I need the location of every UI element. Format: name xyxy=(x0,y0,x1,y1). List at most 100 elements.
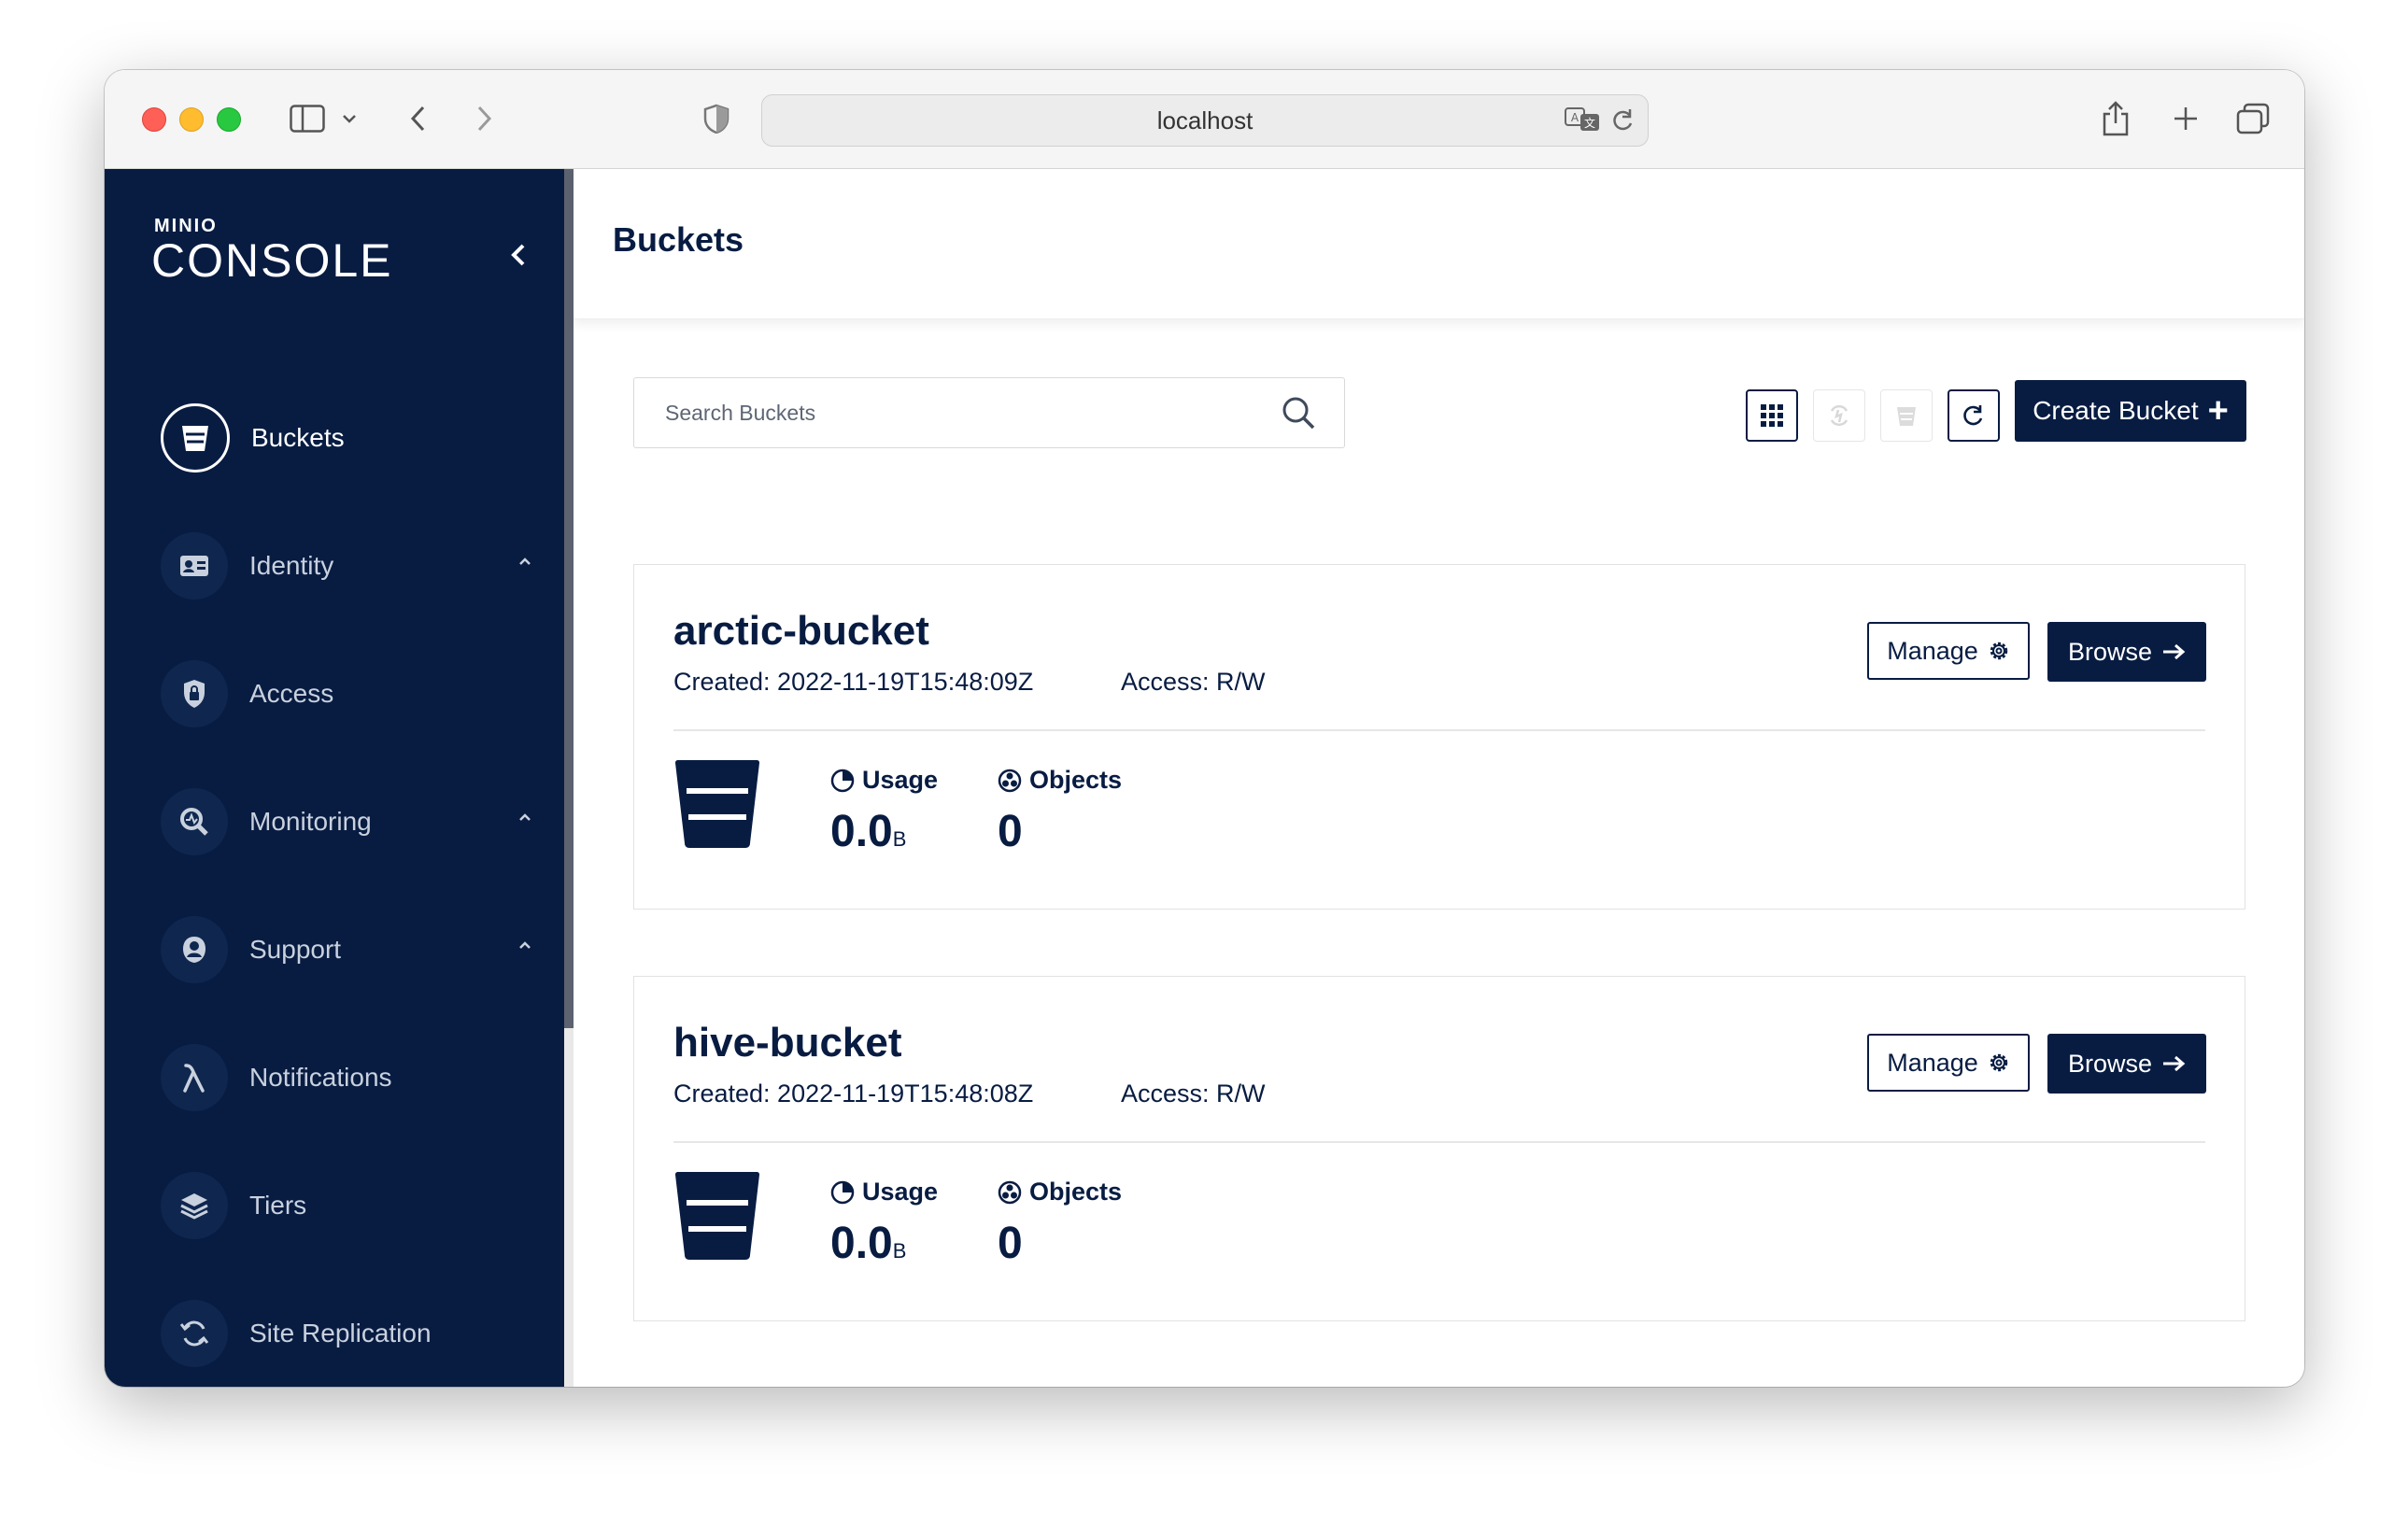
create-bucket-button[interactable]: Create Bucket + xyxy=(2015,380,2246,442)
refresh-icon xyxy=(1963,405,1983,426)
sidebar-item-tiers[interactable]: Tiers xyxy=(161,1168,553,1243)
sidebar-item-identity[interactable]: Identity xyxy=(161,529,553,603)
sidebar-item-monitoring[interactable]: Monitoring xyxy=(161,784,553,859)
id-card-icon xyxy=(161,532,228,600)
sidebar-item-buckets[interactable]: Buckets xyxy=(161,401,553,475)
sidebar-item-site-replication[interactable]: Site Replication xyxy=(161,1296,553,1371)
sidebar-item-label: Support xyxy=(249,935,342,964)
usage-label: Usage xyxy=(830,766,938,795)
lock-icon xyxy=(161,660,228,727)
usage-label-text: Usage xyxy=(862,766,939,794)
usage-number: 0.0 xyxy=(830,807,893,856)
manage-label: Manage xyxy=(1887,1048,1978,1077)
bucket-access: Access: R/W xyxy=(1121,1080,1266,1108)
address-bar[interactable]: localhost A文 xyxy=(761,94,1649,147)
search-placeholder: Search Buckets xyxy=(665,401,816,425)
browser-toolbar: localhost A文 xyxy=(105,70,2304,169)
sidebar-item-label: Site Replication xyxy=(249,1319,432,1348)
main-content: Buckets Search Buckets Create Bucket + a… xyxy=(574,169,2304,1387)
reload-icon[interactable] xyxy=(1610,107,1635,138)
bucket-name[interactable]: hive-bucket xyxy=(673,1020,902,1066)
usage-label: Usage xyxy=(830,1178,938,1206)
usage-unit: B xyxy=(892,827,907,851)
search-input[interactable]: Search Buckets xyxy=(633,377,1345,448)
tab-overview-icon[interactable] xyxy=(2234,98,2272,139)
bucket-card: arctic-bucket Created: 2022-11-19T15:48:… xyxy=(633,564,2245,910)
manage-button[interactable]: Manage xyxy=(1867,1034,2030,1092)
page-title: Buckets xyxy=(613,220,744,259)
sidebar-item-notifications[interactable]: Notifications xyxy=(161,1040,553,1115)
gear-icon xyxy=(1988,1051,2010,1074)
new-tab-icon[interactable] xyxy=(2169,98,2203,139)
arrow-right-icon xyxy=(2161,642,2186,661)
page-header: Buckets xyxy=(574,169,2304,319)
bucket-icon xyxy=(161,403,230,473)
translate-icon[interactable]: A文 xyxy=(1564,106,1601,137)
objects-label: Objects xyxy=(998,1178,1122,1206)
search-icon[interactable] xyxy=(1281,395,1316,435)
sidebar-item-label: Monitoring xyxy=(249,807,372,836)
sidebar-item-label: Notifications xyxy=(249,1063,392,1092)
objects-value: 0 xyxy=(998,1219,1023,1268)
browse-label: Browse xyxy=(2067,637,2153,666)
chevron-down-icon[interactable] xyxy=(340,98,359,139)
sidebar-item-access[interactable]: Access xyxy=(161,656,553,731)
minimize-window-button[interactable] xyxy=(179,107,204,132)
objects-label-text: Objects xyxy=(1029,1178,1123,1206)
create-bucket-label: Create Bucket xyxy=(2033,396,2199,425)
sidebar-item-label: Tiers xyxy=(249,1191,307,1220)
usage-unit: B xyxy=(892,1239,907,1263)
chevron-up-icon[interactable] xyxy=(517,811,532,827)
bucket-icon xyxy=(673,759,761,854)
usage-label-text: Usage xyxy=(862,1178,939,1206)
objects-label: Objects xyxy=(998,766,1122,795)
close-window-button[interactable] xyxy=(142,107,166,132)
replication-icon xyxy=(1830,404,1848,427)
sidebar-item-label: Buckets xyxy=(251,423,345,452)
arrow-right-icon xyxy=(2161,1054,2186,1073)
bucket-card: hive-bucket Created: 2022-11-19T15:48:08… xyxy=(633,976,2245,1321)
select-multiple-button[interactable] xyxy=(1746,389,1798,442)
chevron-up-icon[interactable] xyxy=(517,938,532,955)
objects-icon xyxy=(998,1180,1022,1204)
refresh-button[interactable] xyxy=(1948,389,2000,442)
set-lifecycle-button[interactable] xyxy=(1880,389,1933,442)
set-replication-button[interactable] xyxy=(1813,389,1865,442)
chevron-up-icon[interactable] xyxy=(517,555,532,572)
browse-button[interactable]: Browse xyxy=(2047,622,2206,682)
divider xyxy=(673,729,2205,731)
sidebar-toggle-icon[interactable] xyxy=(287,98,328,139)
usage-value: 0.0B xyxy=(830,1218,906,1269)
svg-text:文: 文 xyxy=(1584,116,1595,130)
objects-label-text: Objects xyxy=(1029,766,1123,794)
manage-button[interactable]: Manage xyxy=(1867,622,2030,680)
support-icon xyxy=(161,916,228,983)
sidebar-scrollbar[interactable] xyxy=(564,169,574,1028)
shield-icon[interactable] xyxy=(702,98,730,139)
maximize-window-button[interactable] xyxy=(217,107,241,132)
logo-wordmark: CONSOLE xyxy=(151,234,393,287)
plus-icon: + xyxy=(2207,391,2229,430)
browser-window: localhost A文 MINIO CONSOLE Buckets Ident… xyxy=(105,70,2304,1387)
sidebar-item-support[interactable]: Support xyxy=(161,912,553,987)
manage-label: Manage xyxy=(1887,636,1978,665)
back-icon[interactable] xyxy=(404,98,432,139)
share-icon[interactable] xyxy=(2099,98,2132,139)
collapse-sidebar-button[interactable] xyxy=(504,236,532,274)
sidebar-scrollbar-track xyxy=(564,1028,574,1387)
browse-button[interactable]: Browse xyxy=(2047,1034,2206,1094)
monitoring-icon xyxy=(161,788,228,855)
sidebar-item-label: Identity xyxy=(249,551,334,580)
layers-icon xyxy=(161,1172,228,1239)
forward-icon[interactable] xyxy=(471,98,499,139)
bucket-stack-icon xyxy=(1897,407,1916,426)
sidebar-item-label: Access xyxy=(249,679,334,708)
bucket-created: Created: 2022-11-19T15:48:08Z xyxy=(673,1080,1034,1108)
url-text: localhost xyxy=(1156,106,1254,134)
bucket-name[interactable]: arctic-bucket xyxy=(673,608,929,655)
gear-icon xyxy=(1988,640,2010,662)
pie-chart-icon xyxy=(830,1180,855,1204)
pie-chart-icon xyxy=(830,769,855,792)
objects-value: 0 xyxy=(998,807,1023,856)
bucket-created: Created: 2022-11-19T15:48:09Z xyxy=(673,668,1034,696)
